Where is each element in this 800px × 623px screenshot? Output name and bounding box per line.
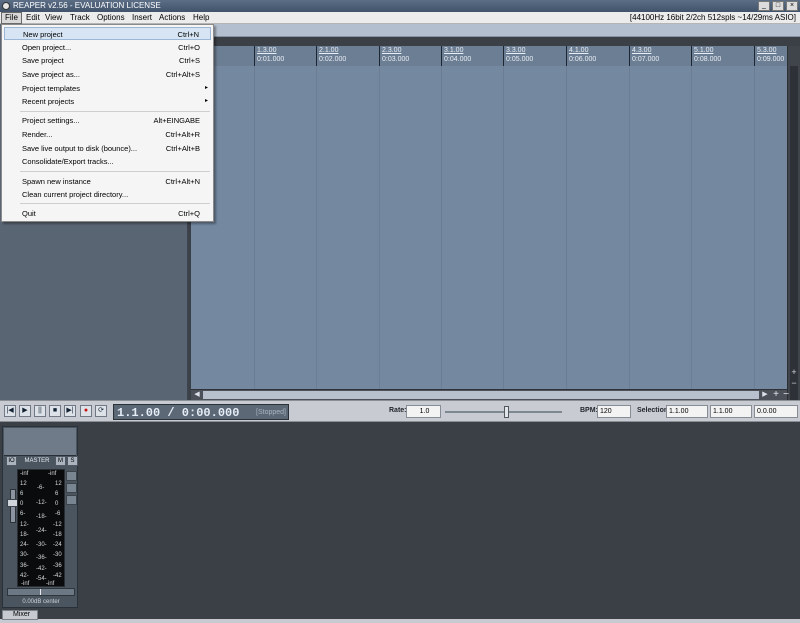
selection-end-field[interactable]: 1.1.00: [710, 405, 752, 418]
ruler-tick: 1.3.00 0:01.000: [254, 46, 284, 66]
vertical-scroll-thumb[interactable]: [790, 66, 798, 406]
close-button[interactable]: ×: [786, 1, 798, 11]
menu-project-templates[interactable]: Project templates ▸: [4, 82, 211, 95]
position-display[interactable]: 1.1.00 / 0:00.000 [Stopped]: [113, 404, 289, 420]
docker-tab-bar: [0, 619, 800, 623]
timeline-ruler[interactable]: 1.3.00 0:01.000 2.1.00 0:02.000 2.3.00 0:03…: [191, 46, 800, 66]
timeline-header-strip: [189, 24, 800, 37]
ruler-tick: 4.3.00 0:07.000: [629, 46, 659, 66]
ruler-tick: 2.1.00 0:02.000: [316, 46, 346, 66]
reaper-logo-icon: [2, 2, 10, 10]
ruler-tick: 3.1.00 0:04.000: [441, 46, 471, 66]
submenu-arrow-icon: ▸: [204, 98, 208, 104]
fx-bypass-icon[interactable]: [66, 483, 77, 493]
menu-new-project[interactable]: New project Ctrl+N: [4, 27, 211, 40]
bpm-label: BPM:: [580, 407, 598, 414]
menu-actions[interactable]: Actions: [156, 12, 188, 24]
menu-bar: File Edit View Track Options Insert Acti…: [0, 12, 800, 24]
pause-button[interactable]: ||: [34, 405, 46, 417]
master-io-button[interactable]: IO: [6, 456, 17, 466]
master-volume-readout: 0.00dB center: [22, 599, 60, 605]
ruler-tick: 4.1.00 0:06.000: [566, 46, 596, 66]
menu-clean-project-directory[interactable]: Clean current project directory...: [4, 188, 211, 201]
selection-start-field[interactable]: 1.1.00: [666, 405, 708, 418]
audio-device-status[interactable]: [44100Hz 16bit 2/2ch 512spls ~14/29ms AS…: [630, 12, 796, 24]
pan-center-mark: [40, 589, 41, 595]
menu-project-settings[interactable]: Project settings... Alt+EINGABE: [4, 114, 211, 127]
title-bar: REAPER v2.56 - EVALUATION LICENSE _ □ ×: [0, 0, 800, 12]
vertical-scrollbar[interactable]: + −: [787, 46, 800, 406]
ruler-tick: 2.3.00 0:03.000: [379, 46, 409, 66]
zoom-out-vertical-button[interactable]: −: [789, 378, 799, 388]
play-button[interactable]: ▶: [19, 405, 31, 417]
selection-length-field[interactable]: 0.0.00: [754, 405, 798, 418]
horizontal-scroll-thumb[interactable]: [203, 391, 759, 399]
fx-icon[interactable]: [66, 471, 77, 481]
maximize-button[interactable]: □: [772, 1, 784, 11]
ruler-tick: 5.1.00 0:08.000: [691, 46, 721, 66]
horizontal-scrollbar[interactable]: ◀ ▶ + −: [191, 389, 789, 400]
menu-file[interactable]: File: [1, 12, 22, 24]
menu-options[interactable]: Options: [94, 12, 128, 24]
menu-track[interactable]: Track: [67, 12, 93, 24]
transport-bar: |◀ ▶ || ■ ▶| ● ⟳ 1.1.00 / 0:00.000 [Stop…: [0, 400, 800, 422]
go-to-start-button[interactable]: |◀: [4, 405, 16, 417]
master-strip-header: [4, 428, 76, 456]
zoom-in-button[interactable]: +: [771, 390, 781, 400]
reaper-window: REAPER v2.56 - EVALUATION LICENSE _ □ × …: [0, 0, 800, 623]
env-icon[interactable]: [66, 495, 77, 505]
menu-separator: [20, 111, 210, 112]
menu-separator: [20, 203, 210, 204]
menu-quit[interactable]: Quit Ctrl+Q: [4, 207, 211, 220]
stop-button[interactable]: ■: [49, 405, 61, 417]
mixer-tab[interactable]: Mixer: [2, 610, 38, 620]
file-menu-dropdown: New project Ctrl+N Open project... Ctrl+O …: [1, 24, 214, 222]
menu-spawn-new-instance[interactable]: Spawn new instance Ctrl+Alt+N: [4, 175, 211, 188]
master-track-name: MASTER: [24, 458, 50, 464]
menu-open-project[interactable]: Open project... Ctrl+O: [4, 41, 211, 54]
menu-insert[interactable]: Insert: [129, 12, 155, 24]
menu-save-project-as[interactable]: Save project as... Ctrl+Alt+S: [4, 68, 211, 81]
rate-label: Rate:: [389, 407, 407, 414]
menu-recent-projects[interactable]: Recent projects ▸: [4, 95, 211, 108]
ruler-tick: 5.3.00 0:09.000: [754, 46, 784, 66]
repeat-button[interactable]: ⟳: [95, 405, 107, 417]
menu-render[interactable]: Render... Ctrl+Alt+R: [4, 128, 211, 141]
master-mute-button[interactable]: M: [55, 456, 66, 466]
position-time: 1.1.00 / 0:00.000: [117, 406, 240, 420]
bpm-field[interactable]: 120: [597, 405, 631, 418]
master-track-strip[interactable]: IO MASTER M S -inf -inf 12 6 0 6- 12- 18…: [2, 426, 78, 608]
master-solo-button[interactable]: S: [67, 456, 78, 466]
record-button[interactable]: ●: [80, 405, 92, 417]
go-to-end-button[interactable]: ▶|: [64, 405, 76, 417]
transport-state: [Stopped]: [256, 409, 286, 416]
rate-field[interactable]: 1.0: [406, 405, 441, 418]
menu-save-project[interactable]: Save project Ctrl+S: [4, 54, 211, 67]
menu-edit[interactable]: Edit: [23, 12, 43, 24]
window-title: REAPER v2.56 - EVALUATION LICENSE: [13, 1, 161, 10]
menu-save-live-output[interactable]: Save live output to disk (bounce)... Ctrl…: [4, 142, 211, 155]
submenu-arrow-icon: ▸: [204, 85, 208, 91]
mixer-panel[interactable]: [0, 422, 800, 616]
zoom-in-vertical-button[interactable]: +: [789, 367, 799, 377]
minimize-button[interactable]: _: [758, 1, 770, 11]
zoom-out-button[interactable]: −: [781, 390, 791, 400]
ruler-tick: 3.3.00 0:05.000: [503, 46, 533, 66]
arrange-view[interactable]: [191, 66, 787, 389]
master-pan-slider[interactable]: [7, 588, 75, 596]
scroll-right-icon[interactable]: ▶: [760, 390, 770, 400]
master-meter: -inf -inf 12 6 0 6- 12- 18- 24- 30- 36- …: [17, 469, 65, 587]
menu-consolidate-export[interactable]: Consolidate/Export tracks...: [4, 155, 211, 168]
scroll-left-icon[interactable]: ◀: [192, 390, 202, 400]
menu-separator: [20, 171, 210, 172]
rate-slider-knob[interactable]: [504, 406, 509, 418]
menu-help[interactable]: Help: [190, 12, 212, 24]
menu-view[interactable]: View: [42, 12, 65, 24]
